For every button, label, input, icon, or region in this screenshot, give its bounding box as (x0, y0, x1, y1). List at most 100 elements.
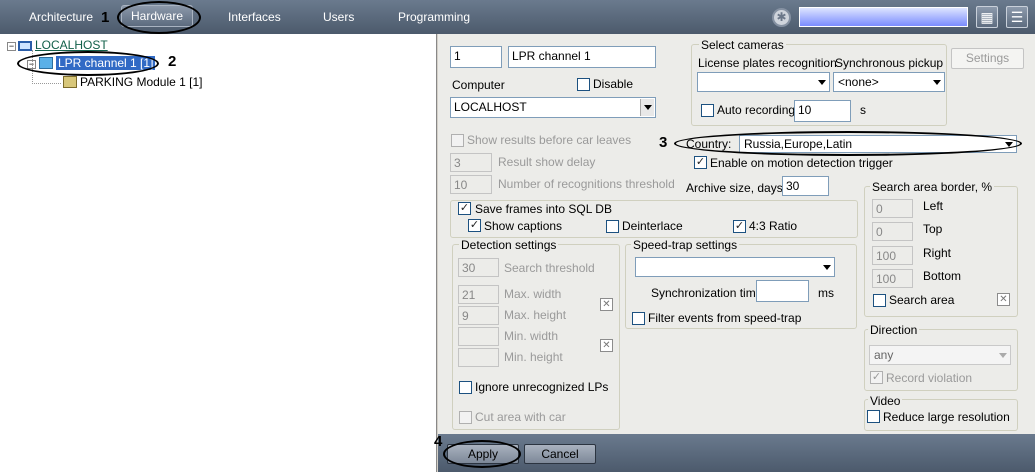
deinterlace-label: Deinterlace (622, 219, 683, 233)
record-violation-label: Record violation (886, 371, 973, 385)
reduce-resolution-label: Reduce large resolution (883, 410, 1010, 424)
search-area-label: Search area (889, 293, 955, 307)
max-height-label: Max. height (504, 308, 567, 322)
motion-trigger-label: Enable on motion detection trigger (710, 156, 893, 170)
cancel-button[interactable]: Cancel (524, 444, 596, 464)
recog-threshold-field[interactable]: 10 (450, 175, 492, 194)
direction-select[interactable]: any (869, 345, 1011, 365)
chevron-down-icon (933, 80, 941, 85)
auto-recording-unit: s (860, 103, 866, 117)
bottom-action-bar: Apply Cancel (438, 434, 1035, 472)
hardware-tree: − LOCALHOST − LPR channel 1 [1] PARKING Mo… (0, 34, 437, 472)
auto-recording-label: Auto recording (717, 103, 796, 117)
tab-programming[interactable]: Programming (398, 10, 470, 24)
video-title: Video (868, 394, 903, 408)
tree-connector-h (32, 83, 61, 84)
cut-area-checkbox[interactable] (459, 411, 472, 424)
gear-icon[interactable]: ✱ (772, 8, 791, 27)
annotation-2: 2 (168, 53, 177, 70)
channel-id-field[interactable]: 1 (450, 46, 502, 68)
settings-button[interactable]: Settings (951, 48, 1024, 69)
top-border-label: Top (923, 222, 943, 236)
cut-area-label: Cut area with car (475, 410, 566, 424)
bottom-border-field[interactable]: 100 (872, 269, 913, 288)
highlight-oval-4 (443, 440, 521, 468)
chevron-down-icon (999, 353, 1007, 358)
speed-trap-select[interactable] (635, 257, 835, 277)
min-height-label: Min. height (504, 350, 563, 364)
min-width-label: Min. width (504, 329, 559, 343)
auto-recording-field[interactable]: 10 (794, 100, 851, 122)
computer-label: Computer (452, 78, 505, 92)
archive-size-label: Archive size, days: (686, 181, 787, 195)
search-input[interactable] (799, 7, 968, 27)
menu-icon[interactable]: ☰ (1006, 6, 1028, 28)
search-area-title: Search area border, % (870, 180, 995, 194)
lpr-camera-select[interactable] (697, 72, 830, 92)
ratio-label: 4:3 Ratio (749, 219, 798, 233)
sync-time-field[interactable] (756, 280, 809, 302)
computer-select[interactable]: LOCALHOST (450, 97, 656, 118)
annotation-4: 4 (434, 433, 443, 450)
sync-pickup-value: <none> (838, 75, 879, 89)
min-size-close-icon[interactable]: ✕ (600, 339, 613, 352)
select-cameras-title: Select cameras (699, 38, 786, 52)
chevron-down-icon (823, 265, 831, 270)
ignore-unrecognized-label: Ignore unrecognized LPs (475, 380, 609, 394)
left-border-field[interactable]: 0 (872, 199, 913, 218)
chevron-down-icon (818, 80, 826, 85)
sync-pickup-label: Synchronous pickup (835, 56, 944, 70)
search-threshold-field[interactable]: 30 (458, 258, 499, 277)
save-frames-checkbox[interactable]: ✓ (458, 202, 471, 215)
direction-value: any (874, 348, 894, 362)
show-captions-checkbox[interactable]: ✓ (468, 219, 481, 232)
tab-users[interactable]: Users (323, 10, 354, 24)
search-area-close-icon[interactable]: ✕ (997, 293, 1010, 306)
grid-view-icon[interactable]: ▦ (976, 6, 998, 28)
search-area-checkbox[interactable] (873, 294, 886, 307)
deinterlace-checkbox[interactable] (606, 220, 619, 233)
right-border-field[interactable]: 100 (872, 246, 913, 265)
ratio-checkbox[interactable]: ✓ (733, 220, 746, 233)
highlight-oval-1 (117, 1, 201, 34)
speed-trap-title: Speed-trap settings (631, 238, 740, 252)
left-border-label: Left (923, 199, 944, 213)
disable-checkbox[interactable] (577, 78, 590, 91)
search-threshold-label: Search threshold (504, 261, 595, 275)
tree-item-localhost[interactable]: − LOCALHOST (7, 38, 108, 52)
archive-size-field[interactable]: 30 (782, 176, 829, 196)
filter-events-label: Filter events from speed-trap (648, 311, 802, 325)
computer-icon (18, 41, 32, 51)
max-width-label: Max. width (504, 287, 562, 301)
ignore-unrecognized-checkbox[interactable] (459, 381, 472, 394)
max-height-field[interactable]: 9 (458, 306, 499, 325)
annotation-3: 3 (659, 134, 668, 151)
show-results-label: Show results before car leaves (467, 133, 632, 147)
show-captions-label: Show captions (484, 219, 563, 233)
tab-interfaces[interactable]: Interfaces (228, 10, 281, 24)
disable-label: Disable (593, 77, 634, 91)
max-width-field[interactable]: 21 (458, 285, 499, 304)
record-violation-checkbox[interactable]: ✓ (870, 371, 883, 384)
tab-architecture[interactable]: Architecture (29, 10, 93, 24)
min-height-field[interactable] (458, 348, 499, 367)
top-border-field[interactable]: 0 (872, 222, 913, 241)
parking-module-icon (63, 76, 77, 88)
result-delay-field[interactable]: 3 (450, 153, 492, 172)
channel-name-field[interactable]: LPR channel 1 (508, 46, 656, 68)
show-results-checkbox[interactable] (451, 134, 464, 147)
sync-pickup-select[interactable]: <none> (833, 72, 945, 92)
reduce-resolution-checkbox[interactable] (867, 410, 880, 423)
filter-events-checkbox[interactable] (632, 312, 645, 325)
tree-item-parking-module[interactable]: PARKING Module 1 [1] (63, 75, 203, 89)
result-delay-label: Result show delay (498, 155, 596, 169)
auto-recording-checkbox[interactable] (701, 104, 714, 117)
annotation-1: 1 (101, 9, 110, 26)
sync-time-label: Synchronization time (651, 286, 763, 300)
max-size-close-icon[interactable]: ✕ (600, 298, 613, 311)
motion-trigger-checkbox[interactable]: ✓ (694, 156, 707, 169)
computer-select-value: LOCALHOST (454, 100, 527, 114)
min-width-field[interactable] (458, 327, 499, 346)
highlight-oval-3 (674, 131, 1022, 156)
tree-label-parking-module: PARKING Module 1 [1] (80, 75, 203, 89)
